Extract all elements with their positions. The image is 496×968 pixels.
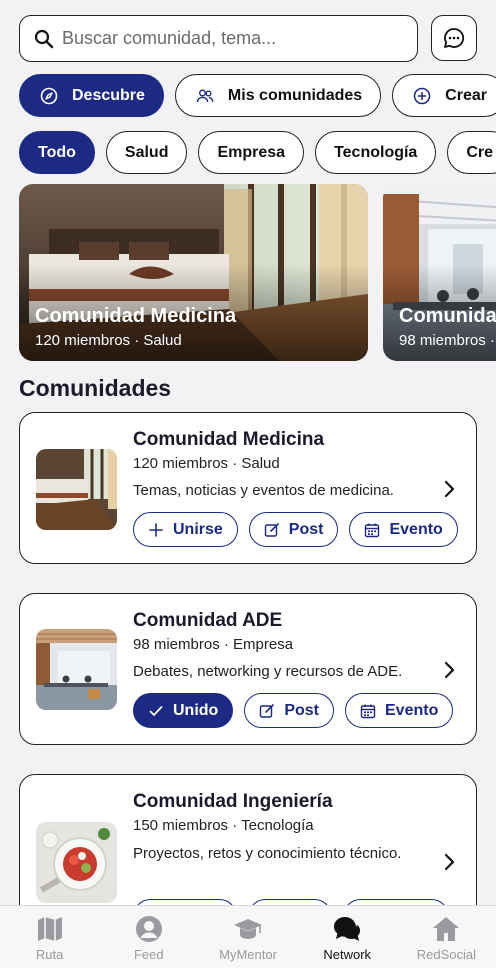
joined-label: Unido (173, 701, 219, 719)
tab-label: Descubre (72, 86, 145, 104)
category-todo[interactable]: Todo (19, 131, 95, 174)
event-label: Evento (389, 520, 443, 538)
tab-label: Network (323, 947, 372, 962)
home-icon (433, 917, 460, 941)
chevron-right-icon[interactable] (442, 480, 456, 498)
event-button[interactable]: Evento (345, 693, 454, 728)
community-card[interactable]: Comunidad Medicina 120 miembros · Salud … (19, 412, 477, 564)
user-circle-icon (135, 916, 162, 942)
people-icon (196, 89, 214, 102)
featured-card[interactable]: Comunidad Medicina 120 miembros · Salud (19, 184, 368, 361)
section-title: Comunidades (19, 375, 172, 401)
tab-feed[interactable]: Feed (99, 906, 198, 968)
post-button[interactable]: Post (244, 693, 334, 728)
graduation-cap-icon (234, 919, 262, 939)
tab-redsocial[interactable]: RedSocial (397, 906, 496, 968)
category-tecnologia[interactable]: Tecnología (315, 131, 437, 174)
community-description: Proyectos, retos y conocimiento técnico. (133, 845, 402, 862)
tab-label: MyMentor (219, 947, 277, 962)
tab-crear[interactable]: Crear (392, 74, 496, 117)
featured-title: Comunidad Medicina (35, 305, 237, 327)
messages-button[interactable] (431, 15, 477, 61)
community-meta: 120 miembros · Salud (133, 455, 280, 472)
community-name: Comunidad Ingeniería (133, 791, 333, 812)
tab-network[interactable]: Network (298, 906, 397, 968)
plus-icon (149, 522, 163, 537)
tab-label: Crear (445, 86, 487, 104)
category-salud[interactable]: Salud (105, 131, 188, 174)
community-description: Debates, networking y recursos de ADE. (133, 663, 403, 680)
join-label: Unirse (173, 520, 223, 538)
search-icon (34, 29, 54, 48)
community-meta: 150 miembros · Tecnología (133, 817, 314, 834)
community-card[interactable]: Comunidad ADE 98 miembros · Empresa Deba… (19, 593, 477, 745)
featured-caption: Comunida 98 miembros · (399, 305, 496, 349)
featured-title: Comunida (399, 305, 496, 327)
community-thumbnail (36, 822, 117, 903)
category-pills: Todo Salud Empresa Tecnología Cre (19, 131, 496, 174)
check-icon (149, 705, 163, 716)
category-empresa[interactable]: Empresa (198, 131, 305, 174)
category-more[interactable]: Cre (447, 131, 496, 174)
joined-button[interactable]: Unido (133, 693, 234, 728)
search-placeholder: Buscar comunidad, tema... (62, 28, 277, 48)
search-row: Buscar comunidad, tema... (19, 15, 477, 62)
nav-pills: Descubre Mis comunidades Crear (19, 74, 496, 117)
edit-icon (260, 703, 275, 718)
featured-card[interactable]: Comunida 98 miembros · (383, 184, 496, 361)
food-thumbnail (36, 822, 117, 903)
community-actions: Unido Post Evento (133, 693, 454, 728)
community-thumbnail (36, 449, 117, 530)
plus-circle-icon (413, 87, 431, 104)
event-button[interactable]: Evento (349, 512, 458, 547)
community-name: Comunidad ADE (133, 610, 283, 631)
tab-label: Feed (133, 947, 164, 962)
featured-carousel[interactable]: Comunidad Medicina 120 miembros · Salud … (19, 184, 496, 361)
post-label: Post (284, 701, 319, 719)
tab-label: RedSocial (416, 947, 477, 962)
community-name: Comunidad Medicina (133, 429, 325, 450)
tab-label: Ruta (35, 947, 64, 962)
chevron-right-icon[interactable] (442, 661, 456, 679)
calendar-icon (365, 523, 380, 537)
featured-subtitle: 120 miembros · Salud (35, 332, 182, 349)
map-icon (37, 917, 62, 941)
bottom-tab-bar: Ruta Feed MyMentor Network RedSocial (0, 905, 496, 968)
chat-icon (444, 28, 465, 48)
event-label: Evento (385, 701, 439, 719)
edit-icon (264, 522, 279, 537)
featured-subtitle: 98 miembros · (399, 332, 495, 349)
post-button[interactable]: Post (248, 512, 339, 547)
community-actions: Unirse Post Evento (133, 512, 458, 547)
featured-caption: Comunidad Medicina 120 miembros · Salud (35, 305, 236, 349)
community-meta: 98 miembros · Empresa (133, 636, 294, 653)
tab-descubre[interactable]: Descubre (19, 74, 164, 117)
tab-mis-comunidades[interactable]: Mis comunidades (174, 74, 382, 117)
bedroom-thumbnail (36, 449, 117, 530)
post-label: Post (288, 520, 324, 538)
compass-icon (40, 87, 58, 104)
chat-bubbles-icon (334, 917, 361, 941)
community-thumbnail (36, 629, 117, 710)
calendar-icon (360, 704, 376, 718)
join-button[interactable]: Unirse (133, 512, 238, 547)
community-description: Temas, noticias y eventos de medicina. (133, 482, 394, 499)
office-thumbnail (36, 629, 117, 710)
search-input[interactable]: Buscar comunidad, tema... (19, 15, 418, 62)
tab-mymentor[interactable]: MyMentor (198, 906, 297, 968)
tab-label: Mis comunidades (227, 86, 363, 104)
chevron-right-icon[interactable] (442, 853, 456, 871)
tab-ruta[interactable]: Ruta (0, 906, 99, 968)
